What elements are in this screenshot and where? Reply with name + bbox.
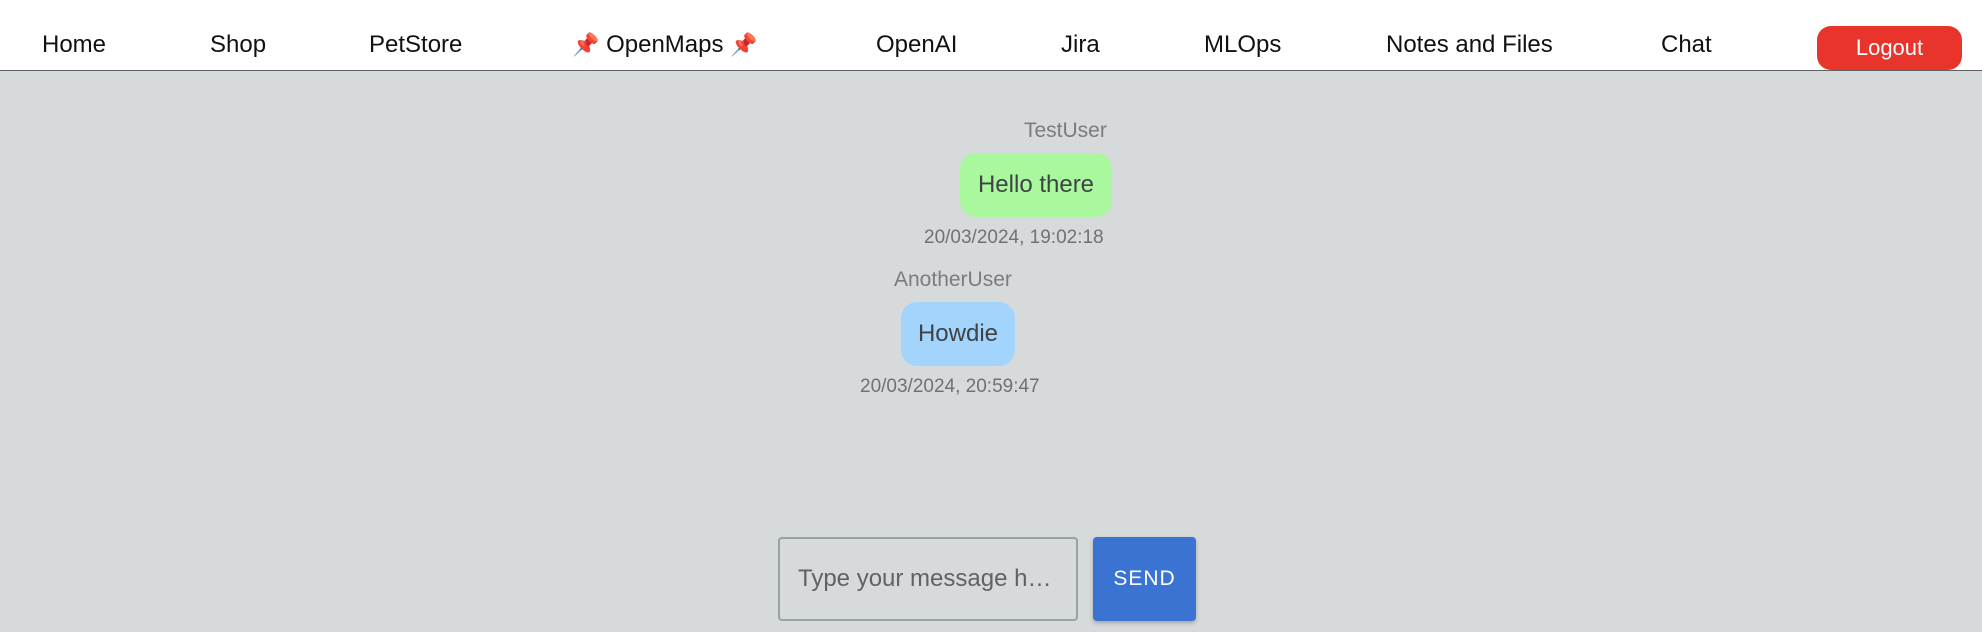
logout-button[interactable]: Logout <box>1817 26 1962 70</box>
nav-openmaps-link[interactable]: 📌 OpenMaps 📌 <box>572 30 758 60</box>
message-timestamp: 20/03/2024, 20:59:47 <box>860 376 1040 397</box>
nav-shop-link[interactable]: Shop <box>210 30 266 60</box>
pushpin-icon: 📌 <box>730 32 758 57</box>
nav-home-link[interactable]: Home <box>42 30 106 60</box>
nav-chat-link[interactable]: Chat <box>1661 30 1712 60</box>
nav-openmaps-label: OpenMaps <box>606 31 724 58</box>
message-input[interactable] <box>778 537 1078 621</box>
top-navbar: Home Shop PetStore 📌 OpenMaps 📌 OpenAI J… <box>0 0 1982 71</box>
message-sender: AnotherUser <box>894 268 1012 291</box>
message-sender: TestUser <box>1024 119 1107 142</box>
nav-mlops-link[interactable]: MLOps <box>1204 30 1281 60</box>
send-button[interactable]: SEND <box>1093 537 1196 621</box>
pushpin-icon: 📌 <box>572 32 600 57</box>
nav-notes-and-files-link[interactable]: Notes and Files <box>1386 30 1553 60</box>
message-timestamp: 20/03/2024, 19:02:18 <box>924 227 1104 248</box>
message-bubble: Howdie <box>901 302 1015 366</box>
nav-openai-link[interactable]: OpenAI <box>876 30 957 60</box>
nav-jira-link[interactable]: Jira <box>1061 30 1100 60</box>
nav-petstore-link[interactable]: PetStore <box>369 30 462 60</box>
message-bubble: Hello there <box>960 153 1112 217</box>
